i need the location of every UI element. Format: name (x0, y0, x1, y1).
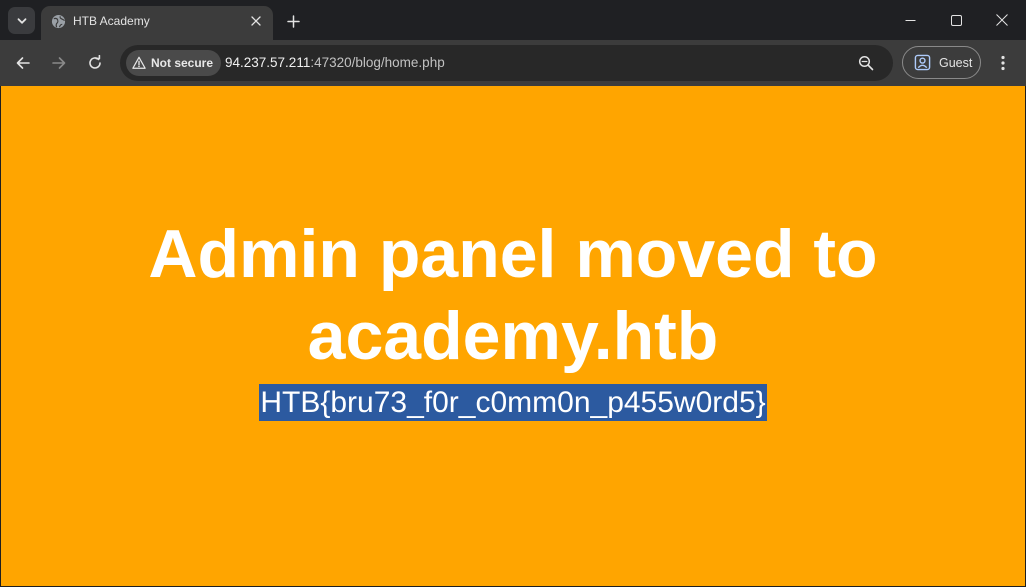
close-window-button[interactable] (979, 0, 1025, 40)
headline-line-1: Admin panel moved to (148, 216, 878, 292)
kebab-menu-icon (1001, 55, 1005, 71)
security-indicator[interactable]: Not secure (126, 50, 222, 76)
browser-menu-button[interactable] (990, 50, 1016, 76)
tab-strip: HTB Academy (0, 0, 1026, 40)
maximize-button[interactable] (933, 0, 979, 40)
globe-icon (51, 14, 66, 29)
profile-button[interactable]: Guest (902, 46, 981, 79)
url-text[interactable]: 94.237.57.211:47320/blog/home.php (225, 55, 445, 70)
url-path: :47320/blog/home.php (310, 55, 445, 70)
headline-line-2: academy.htb (307, 298, 719, 374)
zoom-button[interactable] (855, 52, 877, 74)
tab-search-button[interactable] (8, 7, 35, 34)
person-icon (914, 54, 931, 71)
plus-icon (286, 14, 300, 28)
warning-triangle-icon (132, 56, 146, 69)
reload-button[interactable] (81, 49, 109, 77)
forward-button[interactable] (45, 49, 73, 77)
browser-toolbar: Not secure 94.237.57.211:47320/blog/home… (0, 40, 1026, 86)
close-icon (251, 16, 261, 26)
reload-icon (89, 55, 101, 69)
page-headline: Admin panel moved to academy.htb (1, 213, 1025, 377)
tab-close-button[interactable] (247, 12, 265, 30)
security-label: Not secure (151, 56, 214, 70)
maximize-icon (950, 14, 962, 26)
page-viewport: Admin panel moved to academy.htb HTB{bru… (1, 86, 1025, 586)
back-button[interactable] (9, 49, 37, 77)
browser-tab[interactable]: HTB Academy (41, 6, 273, 40)
arrow-left-icon (16, 57, 30, 69)
minimize-button[interactable] (887, 0, 933, 40)
new-tab-button[interactable] (282, 10, 304, 32)
tab-title: HTB Academy (73, 14, 150, 28)
flag-row: HTB{bru73_f0r_c0mm0n_p455w0rd5} (1, 384, 1025, 421)
profile-label: Guest (939, 55, 973, 70)
arrow-right-icon (52, 57, 66, 69)
url-host: 94.237.57.211 (225, 55, 311, 70)
zoom-icon (858, 55, 874, 71)
close-icon (996, 14, 1008, 26)
selected-flag-text[interactable]: HTB{bru73_f0r_c0mm0n_p455w0rd5} (259, 384, 767, 421)
address-bar[interactable]: Not secure 94.237.57.211:47320/blog/home… (120, 45, 893, 81)
chevron-down-icon (17, 17, 26, 24)
minimize-icon (905, 19, 915, 21)
